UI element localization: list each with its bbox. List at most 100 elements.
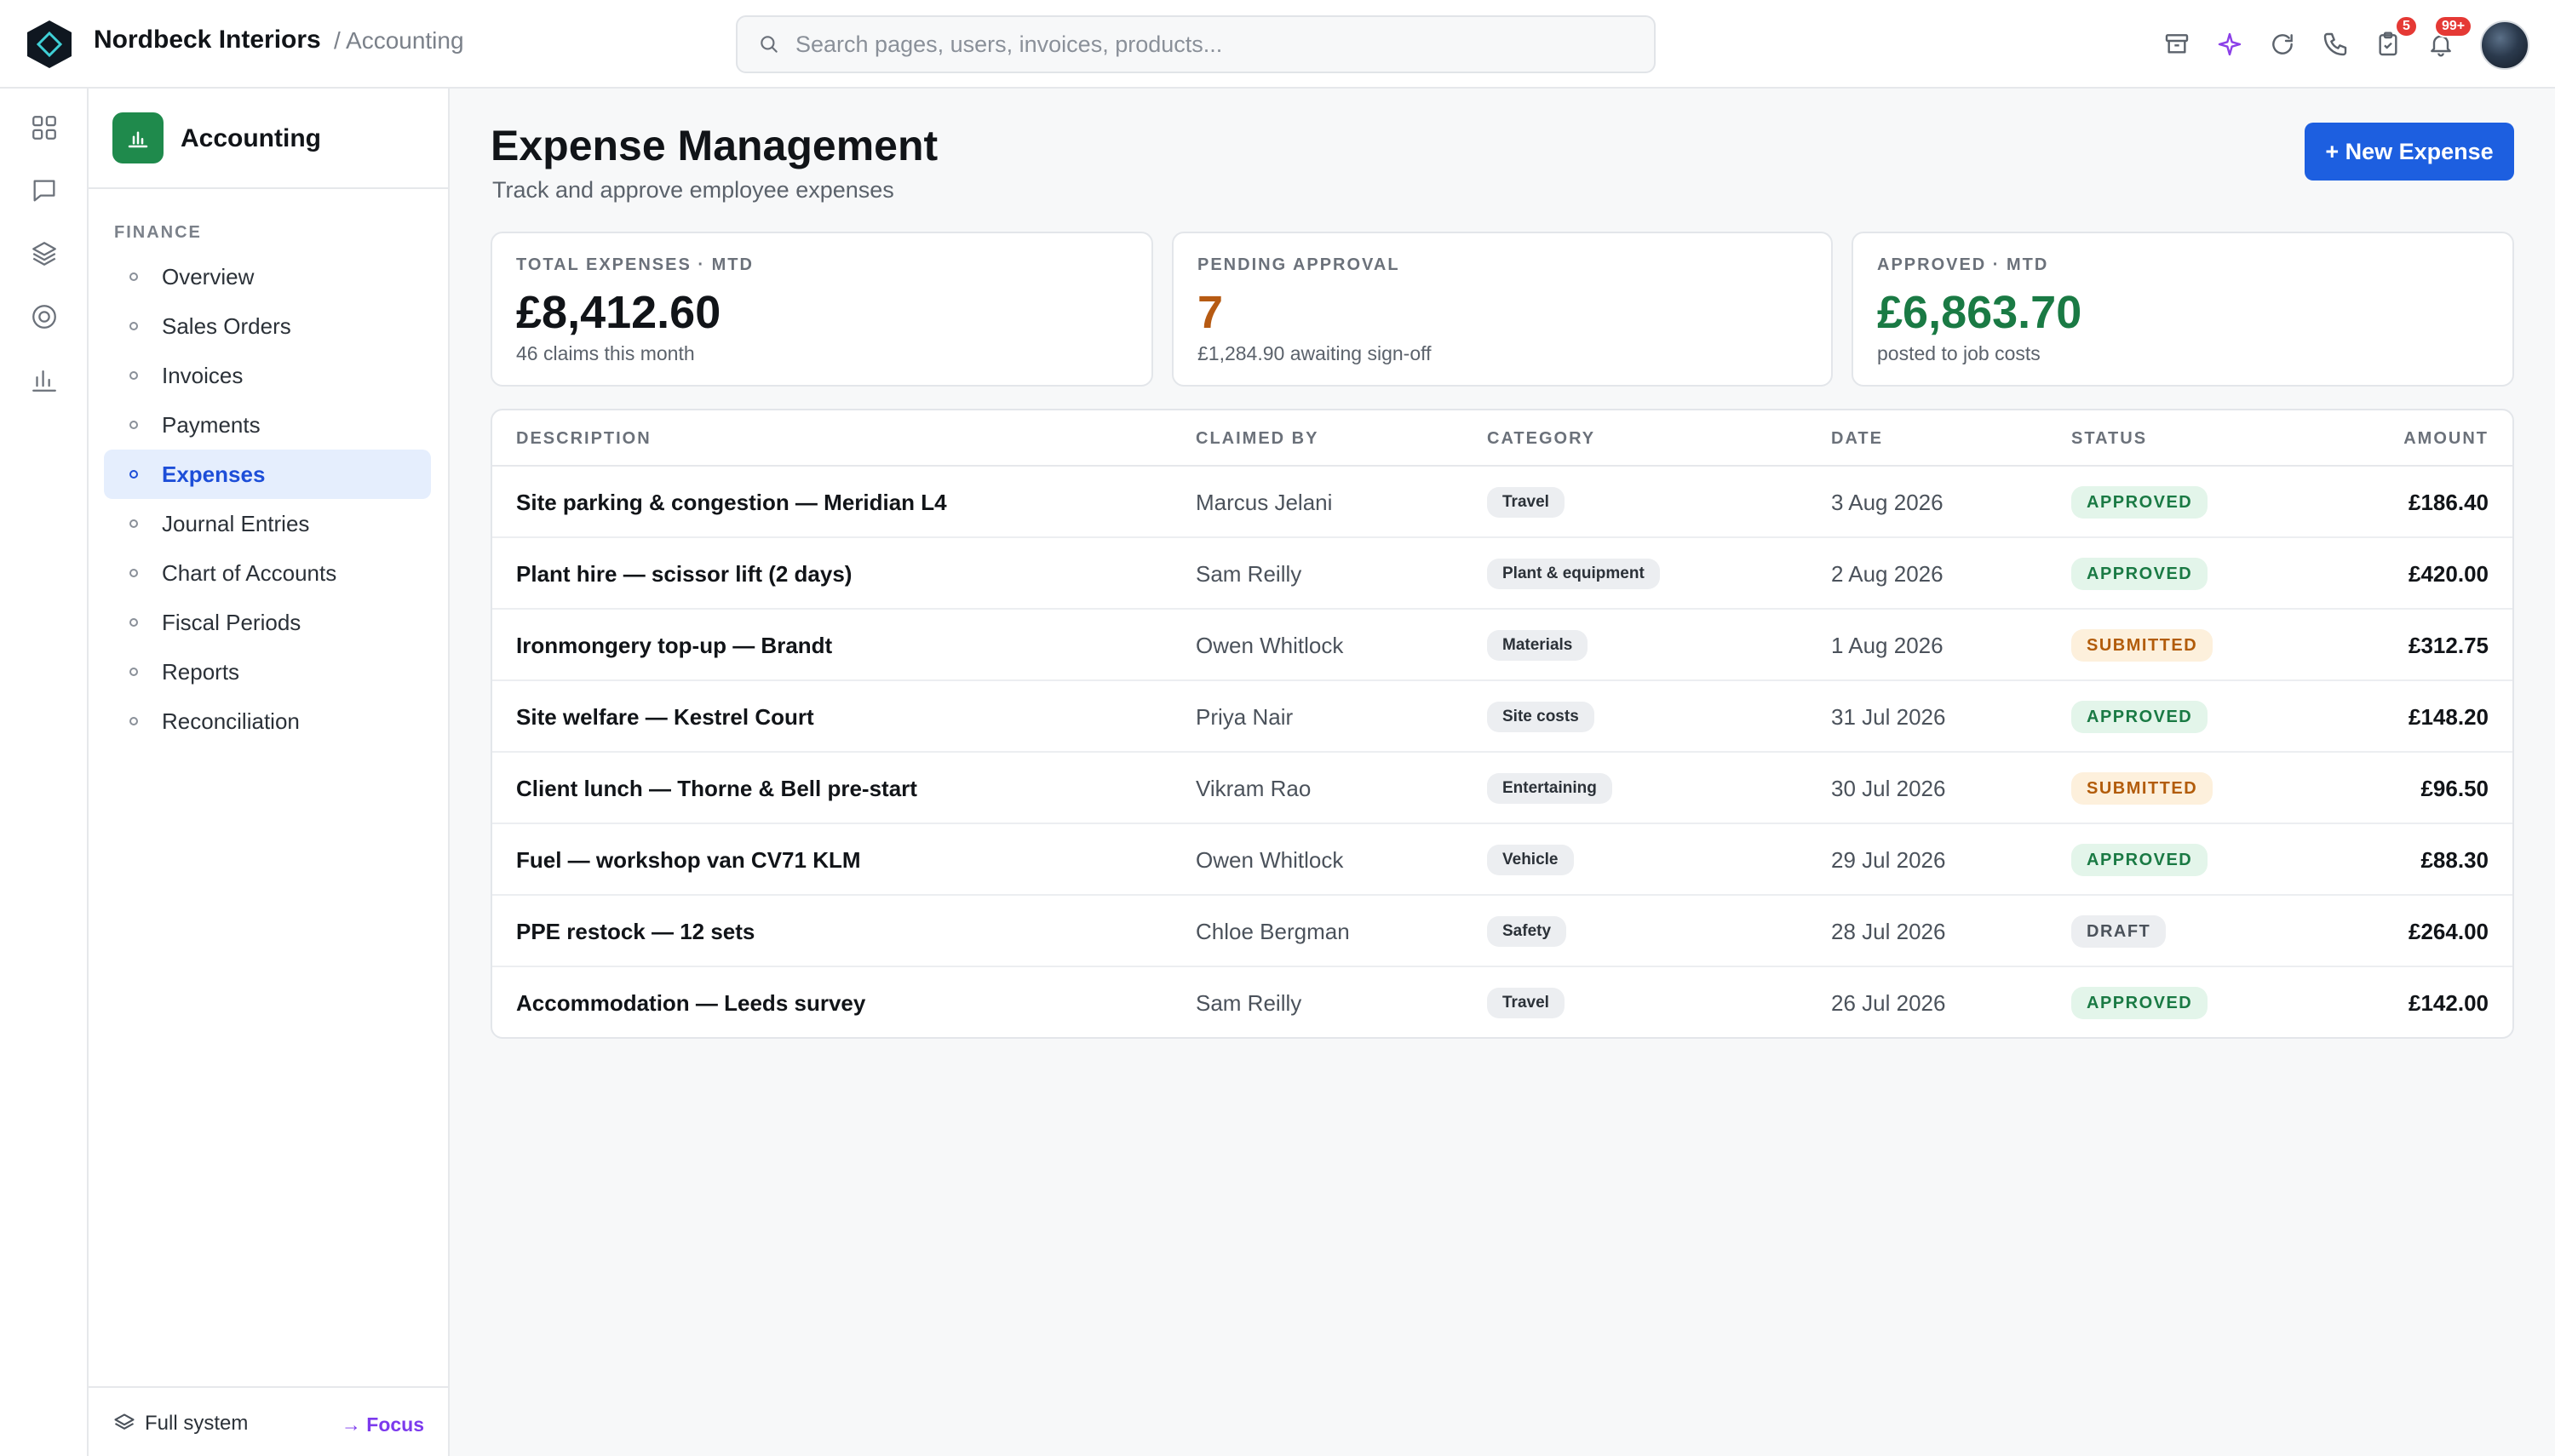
column-header-claimed-by[interactable]: CLAIMED BY (1196, 429, 1318, 449)
status-cell: SUBMITTED (2071, 753, 2213, 824)
layers-icon[interactable] (26, 235, 63, 272)
sidebar-item-invoices[interactable]: Invoices (104, 351, 431, 400)
bullet-icon (129, 272, 138, 281)
table-row[interactable]: Site parking & congestion — Meridian L4 … (492, 467, 2512, 538)
page-title: Expense Management (491, 122, 939, 169)
category-cell: Site costs (1487, 681, 1594, 753)
sidebar-item-sales-orders[interactable]: Sales Orders (104, 301, 431, 351)
archive-icon[interactable] (2156, 24, 2197, 65)
chat-icon[interactable] (26, 172, 63, 209)
user-avatar[interactable] (2480, 20, 2529, 70)
category-chip: Plant & equipment (1487, 559, 1660, 589)
claimed-by: Marcus Jelani (1196, 489, 1333, 515)
expense-amount: £420.00 (2409, 560, 2489, 587)
search-input[interactable] (795, 31, 1613, 58)
apps-grid-icon[interactable] (26, 109, 63, 146)
sidebar-item-label: Journal Entries (162, 510, 310, 536)
breadcrumb[interactable]: / Accounting (334, 27, 464, 54)
status-badge: APPROVED (2071, 486, 2208, 519)
column-header-date[interactable]: DATE (1831, 429, 1883, 449)
column-header-status[interactable]: STATUS (2071, 429, 2147, 449)
table-row[interactable]: Site welfare — Kestrel Court Priya Nair … (492, 681, 2512, 753)
sidebar-item-payments[interactable]: Payments (104, 400, 431, 450)
layers-icon (114, 1413, 135, 1430)
company-logo-icon[interactable] (26, 19, 73, 70)
column-header-description[interactable]: DESCRIPTION (516, 429, 652, 449)
phone-icon[interactable] (2315, 24, 2356, 65)
table-row[interactable]: Client lunch — Thorne & Bell pre-start V… (492, 753, 2512, 824)
category-chip: Travel (1487, 988, 1565, 1018)
expense-amount: £88.30 (2420, 846, 2489, 873)
bullet-icon (129, 569, 138, 577)
claimed-by: Owen Whitlock (1196, 632, 1344, 658)
status-badge: SUBMITTED (2071, 772, 2213, 805)
bullet-icon (129, 668, 138, 676)
full-system-toggle[interactable]: Full system (112, 1412, 248, 1436)
status-cell: APPROVED (2071, 681, 2208, 753)
category-cell: Travel (1487, 967, 1565, 1037)
focus-link[interactable]: → Focus (342, 1413, 424, 1436)
expense-amount: £148.20 (2409, 703, 2489, 730)
stat-value: 7 (1197, 287, 1224, 338)
stat-card-pending-approval: PENDING APPROVAL 7 £1,284.90 awaiting si… (1172, 232, 1833, 387)
bullet-icon (129, 717, 138, 725)
status-badge: APPROVED (2071, 844, 2208, 876)
category-cell: Safety (1487, 896, 1567, 967)
expense-date: 1 Aug 2026 (1831, 632, 1944, 658)
category-cell: Vehicle (1487, 824, 1574, 896)
category-chip: Safety (1487, 916, 1567, 947)
table-row[interactable]: PPE restock — 12 sets Chloe Bergman Safe… (492, 896, 2512, 967)
expense-description: Site parking & congestion — Meridian L4 (516, 489, 947, 515)
bullet-icon (129, 421, 138, 429)
status-cell: APPROVED (2071, 538, 2208, 610)
target-icon[interactable] (26, 298, 63, 335)
expense-description: Fuel — workshop van CV71 KLM (516, 846, 861, 873)
category-cell: Materials (1487, 610, 1588, 681)
global-search[interactable] (736, 15, 1656, 73)
sidebar-footer: Full system → Focus (89, 1386, 448, 1456)
nav-section-label: FINANCE (114, 223, 202, 242)
expense-date: 29 Jul 2026 (1831, 846, 1946, 873)
search-icon (761, 36, 778, 53)
claimed-by: Sam Reilly (1196, 989, 1302, 1016)
sidebar-item-fiscal-periods[interactable]: Fiscal Periods (104, 598, 431, 647)
new-expense-button[interactable]: + New Expense (2305, 123, 2514, 181)
status-badge: APPROVED (2071, 701, 2208, 733)
tasks-count-badge: 5 (2395, 15, 2418, 37)
sidebar-item-label: Reconciliation (162, 708, 300, 734)
column-header-category[interactable]: CATEGORY (1487, 429, 1595, 449)
table-row[interactable]: Ironmongery top-up — Brandt Owen Whitloc… (492, 610, 2512, 681)
expense-date: 2 Aug 2026 (1831, 560, 1944, 587)
sidebar-item-reconciliation[interactable]: Reconciliation (104, 696, 431, 746)
claimed-by: Vikram Rao (1196, 775, 1312, 801)
table-row[interactable]: Plant hire — scissor lift (2 days) Sam R… (492, 538, 2512, 610)
full-system-label: Full system (145, 1412, 249, 1435)
sidebar-item-expenses[interactable]: Expenses (104, 450, 431, 499)
table-row[interactable]: Accommodation — Leeds survey Sam Reilly … (492, 967, 2512, 1037)
bar-chart-icon[interactable] (26, 361, 63, 398)
expenses-table: DESCRIPTION CLAIMED BY CATEGORY DATE STA… (491, 409, 2514, 1039)
expense-amount: £142.00 (2409, 989, 2489, 1016)
sidebar-item-overview[interactable]: Overview (104, 252, 431, 301)
sidebar-item-journal-entries[interactable]: Journal Entries (104, 499, 431, 548)
sidebar-item-reports[interactable]: Reports (104, 647, 431, 696)
category-chip: Vehicle (1487, 845, 1574, 875)
accounting-chart-icon (112, 112, 164, 163)
category-cell: Entertaining (1487, 753, 1612, 824)
sparkle-icon[interactable] (2209, 24, 2250, 65)
category-cell: Plant & equipment (1487, 538, 1660, 610)
stat-label: APPROVED · MTD (1877, 255, 2049, 274)
status-cell: SUBMITTED (2071, 610, 2213, 681)
table-row[interactable]: Fuel — workshop van CV71 KLM Owen Whitlo… (492, 824, 2512, 896)
refresh-icon[interactable] (2262, 24, 2303, 65)
sidebar-item-chart-of-accounts[interactable]: Chart of Accounts (104, 548, 431, 598)
status-badge: SUBMITTED (2071, 629, 2213, 662)
column-header-amount[interactable]: AMOUNT (2403, 429, 2489, 449)
status-badge: DRAFT (2071, 915, 2167, 948)
sidebar-item-label: Fiscal Periods (162, 609, 301, 635)
company-name[interactable]: Nordbeck Interiors (94, 26, 321, 54)
expense-description: Plant hire — scissor lift (2 days) (516, 560, 853, 587)
category-chip: Site costs (1487, 702, 1594, 732)
expense-date: 30 Jul 2026 (1831, 775, 1946, 801)
category-cell: Travel (1487, 467, 1565, 538)
